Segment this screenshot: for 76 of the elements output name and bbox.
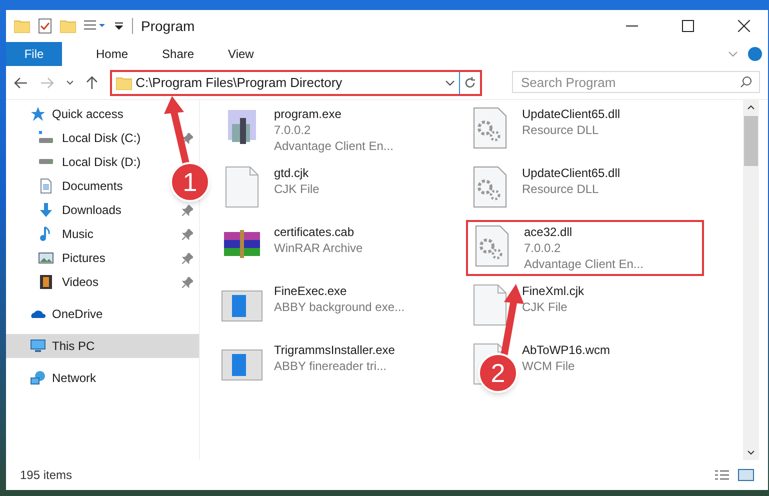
file-detail: 7.0.0.2 [524,240,562,256]
file-detail: ABBY finereader tri... [274,358,388,374]
sidebar-item[interactable]: This PC [6,334,199,358]
ribbon-tab[interactable]: Home [84,42,140,66]
details-view-icon[interactable] [714,469,730,481]
drive-icon [38,159,54,165]
file-detail: 7.0.0.2 [274,122,312,138]
star-icon [30,106,46,122]
document-icon [38,178,54,194]
pin-icon[interactable] [182,228,193,240]
search-icon [740,76,752,88]
help-icon[interactable] [748,47,762,61]
file-name[interactable]: certificates.cab [274,224,363,240]
file-name[interactable]: TrigrammsInstaller.exe [274,342,395,358]
up-arrow-icon[interactable] [86,76,98,90]
file-detail: CJK File [274,181,320,197]
sidebar-item[interactable]: Quick access [6,102,199,126]
file-name[interactable]: FineExec.exe [274,283,405,299]
file-detail: Resource DLL [522,122,600,138]
file-name[interactable]: ace32.dll [524,224,644,240]
chevron-down-icon[interactable] [445,78,456,86]
chevron-down-icon[interactable] [66,80,74,86]
pin-icon[interactable] [182,276,193,288]
ribbon-tab[interactable]: Share [150,42,206,66]
window-title: Program [141,16,195,36]
file-menu-button[interactable]: File [6,42,62,66]
sidebar-item[interactable]: OneDrive [6,302,199,326]
tiles-view-icon[interactable] [738,469,754,481]
network-icon [30,370,46,386]
sidebar-item[interactable]: Pictures [6,246,166,270]
address-path: C:\Program Files\Program Directory [136,74,344,92]
file-detail: WinRAR Archive [274,240,363,256]
folder-icon [14,19,30,33]
sidebar-item[interactable]: Music [6,222,166,246]
search-field[interactable]: Search Program [512,71,760,93]
pin-icon[interactable] [182,252,193,264]
dropdown-icon[interactable] [114,21,124,31]
file-detail: WCM File [522,358,576,374]
ribbon-tab[interactable]: View [216,42,266,66]
refresh-icon[interactable] [464,76,476,88]
drive-icon [38,130,54,146]
close-icon[interactable] [738,20,750,32]
scroll-down-icon[interactable] [747,450,755,456]
pin-icon[interactable] [182,132,193,144]
sidebar-item[interactable]: Downloads [6,198,166,222]
file-name[interactable]: program.exe [274,106,394,122]
down-arrow-icon [38,202,54,218]
folder-icon [116,76,132,90]
new-folder-icon [60,19,76,33]
sidebar-item[interactable]: Local Disk (C:) [6,126,166,150]
sidebar-item[interactable]: Network [6,366,199,390]
file-detail: ABBY background exe... [274,299,405,315]
file-detail: Advantage Client En... [274,138,394,154]
file-name[interactable]: FineXml.cjk [522,283,584,299]
file-name[interactable]: AbToWP16.wcm [522,342,610,358]
file-detail: Resource DLL [522,181,600,197]
address-field[interactable]: C:\Program Files\Program Directory [112,72,460,94]
file-name[interactable]: UpdateClient65.dll [522,106,620,122]
film-icon [38,274,54,290]
scrollbar[interactable] [743,100,759,460]
pin-icon[interactable] [182,204,193,216]
back-arrow-icon[interactable] [14,76,28,88]
scroll-thumb[interactable] [744,116,758,166]
item-count: 195 items [20,467,72,484]
sidebar-item[interactable]: Local Disk (D:) [6,150,166,174]
monitor-icon [30,338,46,354]
file-detail: Advantage Client En... [524,256,644,272]
sidebar-item[interactable]: Documents [6,174,166,198]
scroll-up-icon[interactable] [747,104,755,110]
maximize-icon[interactable] [682,20,694,32]
file-name[interactable]: UpdateClient65.dll [522,165,620,181]
sidebar-item[interactable]: Videos [6,270,166,294]
picture-icon [38,250,54,266]
properties-icon[interactable] [38,18,52,34]
file-detail: CJK File [522,299,568,315]
file-name[interactable]: gtd.cjk [274,165,320,181]
